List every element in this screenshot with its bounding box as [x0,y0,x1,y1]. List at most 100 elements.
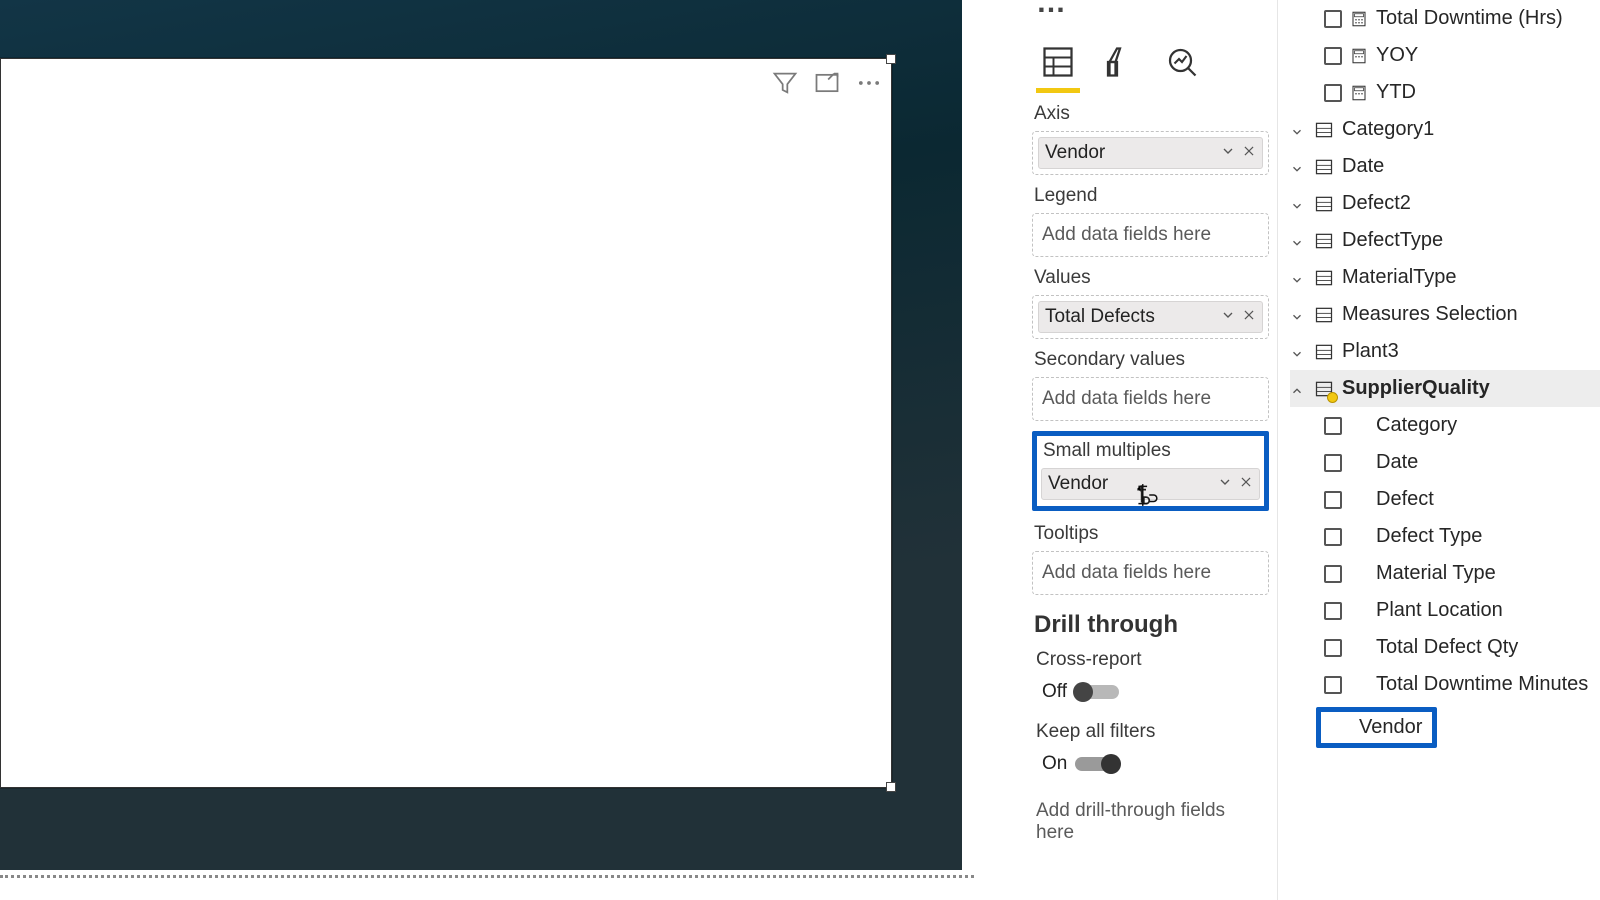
field-measure[interactable]: YOY [1290,37,1600,74]
table-icon [1314,268,1334,288]
tooltips-placeholder: Add data fields here [1038,557,1263,589]
field-measure[interactable]: Total Downtime (Hrs) [1290,0,1600,37]
table-icon [1314,305,1334,325]
checkbox-icon[interactable] [1324,417,1342,435]
field-column[interactable]: Category [1290,407,1600,444]
tooltips-well[interactable]: Add data fields here [1032,551,1269,595]
field-column[interactable]: Defect Type [1290,518,1600,555]
visualizations-panel: … Axis Vendor Legend Add data fields her… [1020,0,1278,900]
checkbox-icon[interactable] [1324,676,1342,694]
field-measure[interactable]: YTD [1290,74,1600,111]
table-row[interactable]: MaterialType [1290,259,1600,296]
axis-well[interactable]: Vendor [1032,131,1269,175]
keep-all-filters-state: On [1042,753,1067,775]
field-name: Defect Type [1376,525,1482,548]
more-options-icon[interactable] [855,69,883,102]
viz-panel-tabs [1040,44,1269,85]
chevron-down-icon[interactable] [1290,122,1306,138]
table-row[interactable]: Category1 [1290,111,1600,148]
table-row[interactable]: Measures Selection [1290,296,1600,333]
chevron-down-icon[interactable] [1290,344,1306,360]
chevron-down-icon[interactable] [1220,307,1236,328]
checkbox-icon[interactable] [1324,528,1342,546]
field-name: Total Defect Qty [1376,636,1518,659]
checkbox-icon[interactable] [1324,491,1342,509]
table-name: Defect2 [1342,192,1411,215]
drill-through-placeholder: Add drill-through fields here [1032,795,1269,849]
axis-section-label: Axis [1034,103,1269,125]
values-well[interactable]: Total Defects [1032,295,1269,339]
resize-handle-ne[interactable] [886,54,896,64]
legend-placeholder: Add data fields here [1038,219,1263,251]
field-column[interactable]: Plant Location [1290,592,1600,629]
field-column[interactable]: Total Downtime Minutes [1290,666,1600,703]
chevron-down-icon[interactable] [1290,196,1306,212]
format-tab-icon[interactable] [1102,44,1138,85]
chip-label: Total Defects [1045,306,1220,328]
filter-icon[interactable] [771,69,799,102]
table-row-supplierquality[interactable]: SupplierQuality [1290,370,1600,407]
field-column[interactable]: Total Defect Qty [1290,629,1600,666]
chevron-down-icon[interactable] [1290,159,1306,175]
table-row[interactable]: Defect2 [1290,185,1600,222]
field-column[interactable]: Date [1290,444,1600,481]
table-row[interactable]: DefectType [1290,222,1600,259]
small-multiples-highlight: Small multiples Vendor [1032,431,1269,511]
keep-all-filters-toggle[interactable] [1075,757,1119,771]
field-name: Date [1376,451,1418,474]
table-icon [1314,342,1334,362]
axis-chip-vendor[interactable]: Vendor [1038,137,1263,169]
visual-placeholder[interactable] [0,58,892,788]
table-row[interactable]: Date [1290,148,1600,185]
chip-label: Vendor [1048,473,1217,495]
analytics-tab-icon[interactable] [1164,44,1200,85]
field-name: Plant Location [1376,599,1503,622]
remove-icon[interactable] [1242,308,1256,327]
values-chip-total-defects[interactable]: Total Defects [1038,301,1263,333]
chevron-down-icon[interactable] [1217,474,1233,495]
field-name: Category [1376,414,1457,437]
chevron-up-icon[interactable] [1290,381,1306,397]
measure-icon [1350,47,1368,65]
chevron-down-icon[interactable] [1220,143,1236,164]
chevron-down-icon[interactable] [1290,233,1306,249]
small-multiples-label: Small multiples [1043,440,1260,462]
legend-section-label: Legend [1034,185,1269,207]
table-icon [1314,379,1334,399]
table-name: Category1 [1342,118,1434,141]
remove-icon[interactable] [1242,144,1256,163]
drill-through-heading: Drill through [1034,611,1269,639]
table-icon [1314,194,1334,214]
secondary-values-well[interactable]: Add data fields here [1032,377,1269,421]
field-name: Material Type [1376,562,1496,585]
chevron-down-icon[interactable] [1290,270,1306,286]
checkbox-icon[interactable] [1324,454,1342,472]
checkbox-icon[interactable] [1324,639,1342,657]
drill-through-well[interactable]: Add drill-through fields here [1032,793,1269,851]
table-icon [1314,231,1334,251]
field-name: Defect [1376,488,1434,511]
checkbox-icon[interactable] [1324,47,1342,65]
table-name: Date [1342,155,1384,178]
checkbox-icon[interactable] [1324,602,1342,620]
small-multiples-chip-vendor[interactable]: Vendor [1041,468,1260,500]
checkbox-icon[interactable] [1324,565,1342,583]
resize-handle-se[interactable] [886,782,896,792]
table-row[interactable]: Plant3 [1290,333,1600,370]
field-vendor-highlight[interactable]: Vendor [1316,707,1437,748]
chevron-down-icon[interactable] [1290,307,1306,323]
field-name: YTD [1376,81,1416,104]
cross-report-toggle[interactable] [1075,685,1119,699]
table-name: Measures Selection [1342,303,1518,326]
field-name: Total Downtime Minutes [1376,673,1588,696]
checkbox-icon[interactable] [1324,84,1342,102]
fields-tab-icon[interactable] [1040,44,1076,85]
field-column[interactable]: Defect [1290,481,1600,518]
field-column[interactable]: Material Type [1290,555,1600,592]
legend-well[interactable]: Add data fields here [1032,213,1269,257]
table-icon [1314,157,1334,177]
focus-mode-icon[interactable] [813,69,841,102]
remove-icon[interactable] [1239,475,1253,494]
panel-more-icon[interactable]: … [1036,0,1269,24]
checkbox-icon[interactable] [1324,10,1342,28]
